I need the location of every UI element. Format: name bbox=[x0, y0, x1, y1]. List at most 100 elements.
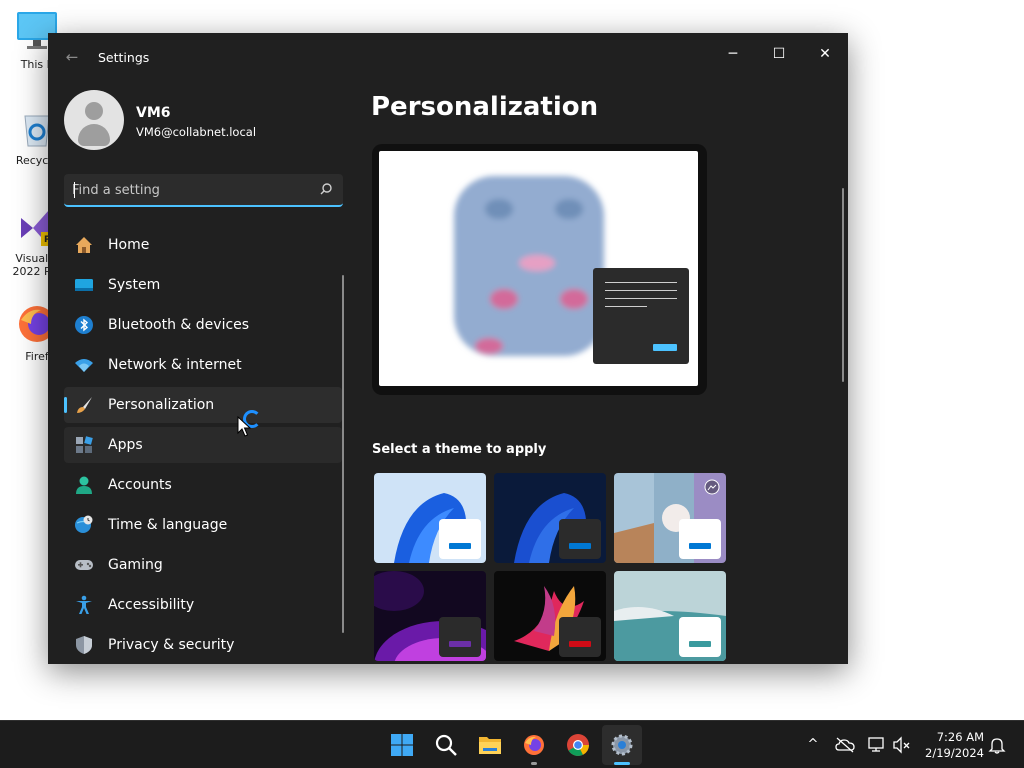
search-icon[interactable] bbox=[319, 182, 333, 196]
avatar[interactable] bbox=[64, 90, 124, 150]
content-scrollbar[interactable] bbox=[842, 188, 844, 382]
search-input[interactable] bbox=[72, 180, 308, 200]
nav-list: Home System Bluetooth & devices Network … bbox=[64, 227, 342, 664]
theme-accent-swatch bbox=[569, 543, 591, 549]
paintbrush-icon bbox=[77, 397, 92, 413]
sidebar-item-privacy-security[interactable]: Privacy & security bbox=[64, 627, 342, 663]
sidebar-item-bluetooth[interactable]: Bluetooth & devices bbox=[64, 307, 342, 343]
sidebar-item-label: Network & internet bbox=[108, 357, 242, 373]
wifi-icon bbox=[75, 359, 93, 372]
sidebar-item-label: Personalization bbox=[108, 397, 215, 413]
apps-icon bbox=[76, 436, 93, 453]
user-name: VM6 bbox=[136, 105, 171, 121]
avatar-head bbox=[85, 102, 103, 120]
sidebar-item-accessibility[interactable]: Accessibility bbox=[64, 587, 342, 623]
accounts-icon bbox=[76, 476, 92, 494]
network-icon[interactable] bbox=[867, 735, 887, 755]
sidebar-item-label: Accessibility bbox=[108, 597, 195, 613]
theme-windows-light[interactable] bbox=[374, 473, 486, 563]
theme-windows-spotlight[interactable] bbox=[614, 473, 726, 563]
sidebar-item-label: Apps bbox=[108, 437, 143, 453]
theme-accent-swatch bbox=[449, 641, 471, 647]
taskbar-settings[interactable] bbox=[602, 725, 642, 765]
sidebar-scrollbar[interactable] bbox=[342, 275, 344, 633]
sidebar: VM6 VM6@collabnet.local Home System Blue… bbox=[48, 81, 353, 664]
theme-badge bbox=[679, 617, 721, 657]
theme-captured-motion[interactable] bbox=[494, 571, 606, 661]
taskbar: ^ 7:26 AM 2/19/2024 bbox=[0, 720, 1024, 768]
close-button[interactable]: ✕ bbox=[802, 39, 848, 69]
theme-badge bbox=[439, 617, 481, 657]
chrome-icon bbox=[567, 734, 589, 756]
sidebar-item-label: Time & language bbox=[108, 517, 228, 533]
preview-wallpaper bbox=[379, 151, 698, 386]
notification-bell-icon[interactable] bbox=[987, 735, 1007, 755]
theme-flow[interactable] bbox=[614, 571, 726, 661]
mouse-cursor-icon bbox=[237, 416, 251, 437]
settings-gear-icon bbox=[611, 734, 633, 756]
theme-badge bbox=[439, 519, 481, 559]
selection-indicator bbox=[64, 397, 67, 413]
theme-accent-swatch bbox=[569, 641, 591, 647]
preview-text-line bbox=[605, 298, 677, 299]
firefox-icon bbox=[524, 735, 544, 755]
sidebar-item-label: Gaming bbox=[108, 557, 163, 573]
search-icon bbox=[435, 734, 457, 756]
onedrive-icon[interactable] bbox=[835, 735, 855, 755]
theme-windows-dark[interactable] bbox=[494, 473, 606, 563]
clock-date: 2/19/2024 bbox=[925, 746, 984, 760]
sidebar-item-label: Bluetooth & devices bbox=[108, 317, 250, 333]
sidebar-item-time-language[interactable]: Time & language bbox=[64, 507, 342, 543]
avatar-body bbox=[78, 124, 110, 146]
system-clock[interactable]: 7:26 AM 2/19/2024 bbox=[920, 729, 984, 761]
user-email: VM6@collabnet.local bbox=[136, 125, 257, 139]
taskbar-chrome[interactable] bbox=[558, 725, 598, 765]
settings-window: ← Settings ─ ☐ ✕ VM6 VM6@collabnet.local… bbox=[48, 33, 848, 664]
main-content: Personalization Select a theme to apply bbox=[353, 81, 848, 664]
taskbar-search-button[interactable] bbox=[426, 725, 466, 765]
sidebar-item-accounts[interactable]: Accounts bbox=[64, 467, 342, 503]
bluetooth-icon bbox=[75, 316, 93, 334]
sidebar-item-personalization[interactable]: Personalization bbox=[64, 387, 342, 423]
sidebar-item-label: System bbox=[108, 277, 161, 293]
page-title: Personalization bbox=[371, 92, 599, 122]
volume-muted-icon[interactable] bbox=[892, 735, 912, 755]
text-caret bbox=[74, 182, 75, 198]
windows-start-icon bbox=[391, 734, 413, 756]
system-display-icon bbox=[75, 279, 93, 291]
minimize-button[interactable]: ─ bbox=[710, 39, 756, 69]
preview-window bbox=[593, 268, 689, 364]
preview-text-line bbox=[605, 290, 677, 291]
preview-text-line bbox=[605, 282, 677, 283]
theme-badge bbox=[559, 617, 601, 657]
accessibility-icon bbox=[76, 595, 92, 614]
back-arrow-icon[interactable]: ← bbox=[62, 47, 82, 67]
maximize-button[interactable]: ☐ bbox=[756, 39, 802, 69]
start-button[interactable] bbox=[382, 725, 422, 765]
preview-text-line bbox=[605, 306, 647, 307]
sidebar-item-label: Accounts bbox=[108, 477, 172, 493]
sidebar-item-apps[interactable]: Apps bbox=[64, 427, 342, 463]
sidebar-item-network[interactable]: Network & internet bbox=[64, 347, 342, 383]
title-bar[interactable]: ← Settings ─ ☐ ✕ bbox=[48, 33, 848, 81]
shield-icon bbox=[76, 636, 92, 654]
theme-glow[interactable] bbox=[374, 571, 486, 661]
preview-accent-button bbox=[653, 344, 677, 351]
sidebar-item-home[interactable]: Home bbox=[64, 227, 342, 263]
theme-preview bbox=[372, 144, 707, 395]
theme-badge bbox=[679, 519, 721, 559]
show-hidden-icons-button[interactable]: ^ bbox=[803, 735, 823, 755]
gamepad-icon bbox=[75, 560, 93, 570]
window-title: Settings bbox=[98, 50, 150, 65]
taskbar-file-explorer[interactable] bbox=[470, 725, 510, 765]
themes-section-label: Select a theme to apply bbox=[372, 442, 547, 457]
sidebar-item-gaming[interactable]: Gaming bbox=[64, 547, 342, 583]
taskbar-firefox[interactable] bbox=[514, 725, 554, 765]
spotlight-icon bbox=[704, 479, 720, 495]
theme-accent-swatch bbox=[689, 543, 711, 549]
sidebar-item-system[interactable]: System bbox=[64, 267, 342, 303]
home-icon bbox=[76, 237, 92, 253]
file-explorer-icon bbox=[479, 737, 501, 754]
sidebar-item-label: Privacy & security bbox=[108, 637, 235, 653]
search-box[interactable] bbox=[64, 174, 343, 207]
